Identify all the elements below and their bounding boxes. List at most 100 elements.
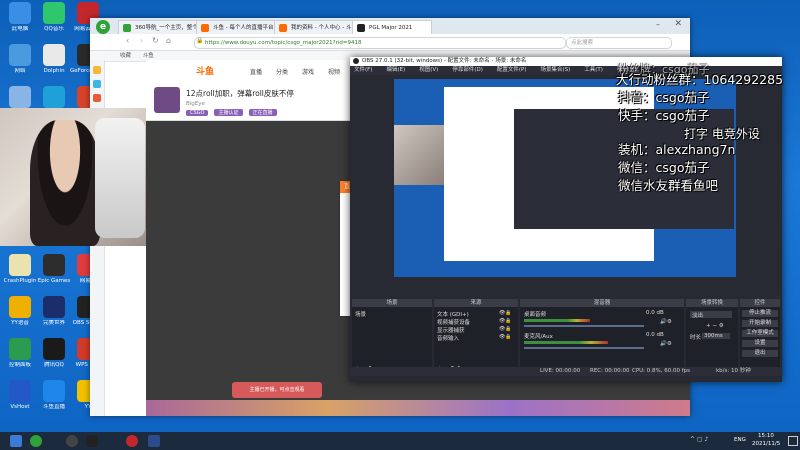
obs-menu-item[interactable]: 编辑(E): [386, 67, 405, 73]
room-avatar[interactable]: [154, 87, 180, 113]
browser-tab-bar: e 360导航_一个主页，整个世界 斗鱼 - 每个人的直播平台 我的资料 - 个人中…: [90, 18, 690, 35]
obs-menu-item[interactable]: 工具(T): [584, 67, 603, 73]
tab-label: 斗鱼 - 每个人的直播平台: [213, 25, 274, 31]
sidebar-icon[interactable]: [93, 66, 101, 74]
obs-menu-item[interactable]: 场景集合(S): [540, 67, 570, 73]
visibility-icon[interactable]: 👁🔒: [499, 334, 512, 340]
desktop-icon[interactable]: QQ音乐: [36, 2, 72, 44]
overlay-mid-text: 打字 电竞外设: [684, 127, 760, 141]
scenes-header: 场景: [352, 299, 432, 307]
streamer-name[interactable]: BigEye: [186, 101, 205, 107]
status-kb: kb/s: 10 秒钟: [716, 368, 751, 374]
forward-icon[interactable]: ›: [140, 36, 143, 45]
app-icon: [9, 44, 31, 66]
close-icon[interactable]: ✕: [674, 19, 682, 29]
desktop-icon[interactable]: VsHost: [2, 380, 38, 422]
search-input[interactable]: 点此搜索: [566, 37, 672, 49]
bookmark-item[interactable]: 斗鱼: [143, 53, 154, 59]
desktop-icon[interactable]: CrashPlugin: [2, 254, 38, 296]
obs-control-button[interactable]: 开始录制: [742, 320, 778, 327]
desktop-icon-label: Dolphin: [43, 68, 65, 74]
notification-icon[interactable]: [788, 436, 798, 446]
visibility-icon[interactable]: 👁🔒: [499, 326, 512, 332]
bookmark-label[interactable]: 收藏: [120, 53, 131, 59]
desktop-icon[interactable]: 完美世界: [36, 296, 72, 338]
site-logo[interactable]: 斗鱼: [196, 64, 214, 77]
browser-logo-icon[interactable]: e: [96, 20, 110, 34]
mute-icon[interactable]: 🔊⚙: [660, 341, 672, 347]
tab-favicon-icon: [357, 24, 365, 32]
desktop-icon[interactable]: 斗鱼直播: [36, 380, 72, 422]
mute-icon[interactable]: 🔊⚙: [660, 319, 672, 325]
sidebar-icon[interactable]: [93, 94, 101, 102]
desktop-icon-label: QQ音乐: [44, 26, 64, 32]
browser-tab[interactable]: 我的资料 - 个人中心 - 斗鱼: [274, 20, 354, 35]
language-indicator[interactable]: ENG: [734, 437, 746, 443]
obs-menu-item[interactable]: 视图(V): [419, 67, 438, 73]
source-item[interactable]: 文本 (GDI+) 👁🔒: [437, 310, 512, 318]
epic-taskbar-icon[interactable]: [86, 435, 98, 447]
room-tag[interactable]: CSGO: [186, 110, 209, 116]
site-nav-item[interactable]: 游戏: [302, 69, 314, 76]
status-cpu: CPU: 0.8%, 60.00 fps: [632, 368, 691, 374]
desktop-icon[interactable]: YY语音: [2, 296, 38, 338]
obs-titlebar: OBS 27.0.1 (32-bit, windows) - 配置文件: 未命名…: [350, 57, 782, 66]
obs-taskbar-icon[interactable]: [66, 435, 78, 447]
transition-select[interactable]: 淡出: [690, 311, 732, 319]
app-icon: [9, 86, 31, 108]
url-input[interactable]: https://www.douyu.com/topic/csgo_major20…: [194, 37, 566, 49]
desktop-icon[interactable]: 腾讯QQ: [36, 338, 72, 380]
room-tag[interactable]: 正在直播: [248, 109, 277, 116]
obs-menu-item[interactable]: 配置文件(P): [497, 67, 527, 73]
transition-add-button[interactable]: + − ⚙: [706, 323, 724, 329]
douyu-taskbar-icon[interactable]: [148, 435, 160, 447]
obs-menu-item[interactable]: 停靠部件(D): [452, 67, 483, 73]
clock-time[interactable]: 15:10: [758, 433, 774, 439]
room-tag[interactable]: 主播认证: [214, 109, 243, 116]
obs-control-button[interactable]: 退出: [742, 350, 778, 357]
site-nav-item[interactable]: 分类: [276, 69, 288, 76]
desktop-icon-label: 控制面板: [8, 362, 31, 368]
tray-icons[interactable]: ^ ▢ ♪: [690, 436, 708, 443]
source-item[interactable]: 视频捕获设备 👁🔒: [437, 318, 512, 326]
desktop-icon[interactable]: 控制面板: [2, 338, 38, 380]
browser-tab[interactable]: 斗鱼 - 每个人的直播平台: [196, 20, 276, 35]
desktop-icon[interactable]: 此电脑: [2, 2, 38, 44]
mixer-panel: 桌面音频 0.0 dB 🔊⚙ 麦克风/Aux 0.0 dB 🔊⚙: [520, 307, 684, 373]
duration-input[interactable]: 300ms: [702, 333, 730, 339]
tab-label: 我的资料 - 个人中心 - 斗鱼: [291, 25, 354, 31]
start-icon[interactable]: [10, 435, 22, 447]
desktop-icon[interactable]: 网络: [2, 44, 38, 86]
desktop-icon[interactable]: Epic Games: [36, 254, 72, 296]
browser-tab[interactable]: 360导航_一个主页，整个世界: [118, 20, 198, 35]
taskbar: ^ ▢ ♪ ENG 15:10 2021/11/5: [0, 432, 800, 450]
volume-slider[interactable]: [524, 325, 644, 327]
obs-control-button[interactable]: 设置: [742, 340, 778, 347]
source-item[interactable]: 音频输入 👁🔒: [437, 334, 512, 342]
neteasemusic-taskbar-icon[interactable]: [126, 435, 138, 447]
visibility-icon[interactable]: 👁🔒: [499, 310, 512, 316]
site-nav-item[interactable]: 直播: [250, 69, 262, 76]
app-icon: [43, 254, 65, 276]
obs-control-button[interactable]: 停止推流: [742, 310, 778, 317]
scene-item[interactable]: 场景: [355, 310, 366, 318]
visibility-icon[interactable]: 👁🔒: [499, 318, 512, 324]
home-icon[interactable]: ⌂: [166, 36, 171, 45]
obs-logo-icon: [353, 58, 359, 64]
obs-control-button[interactable]: 工作室模式: [742, 330, 778, 337]
clock-date[interactable]: 2021/11/5: [752, 441, 780, 447]
sidebar-icon[interactable]: [93, 80, 101, 88]
desktop-icon-label: CrashPlugin: [3, 278, 37, 284]
refresh-icon[interactable]: ↻: [152, 36, 159, 45]
sources-panel: 文本 (GDI+) 👁🔒视频捕获设备 👁🔒显示器捕获 👁🔒音频输入 👁🔒 + −…: [434, 307, 518, 373]
source-item[interactable]: 显示器捕获 👁🔒: [437, 326, 512, 334]
360-browser-icon[interactable]: [30, 435, 42, 447]
volume-slider[interactable]: [524, 347, 644, 349]
browser-tab[interactable]: PGL Major 2021: [352, 20, 432, 35]
back-icon[interactable]: ‹: [126, 36, 129, 45]
obs-menu-item[interactable]: 文件(F): [354, 67, 372, 73]
minimize-icon[interactable]: –: [656, 20, 660, 29]
desktop-icon[interactable]: Dolphin: [36, 44, 72, 86]
site-nav-item[interactable]: 视频: [328, 69, 340, 76]
chair: [95, 118, 145, 238]
